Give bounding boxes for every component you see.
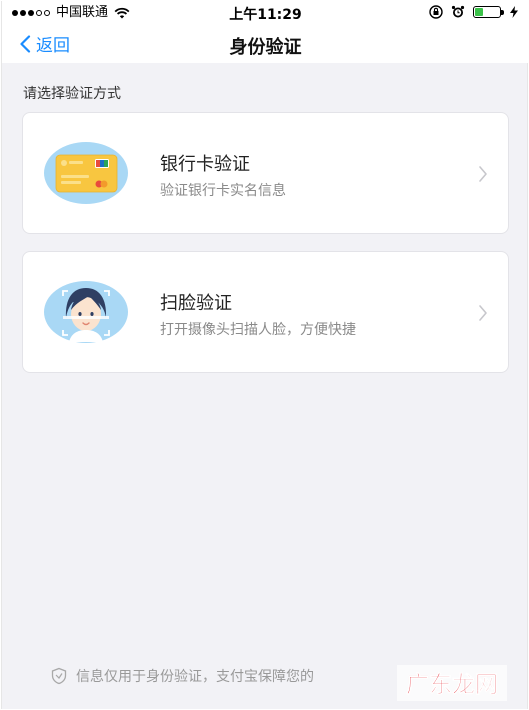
chevron-right-icon — [479, 305, 487, 321]
face-scan-icon — [44, 281, 128, 343]
option-subtitle: 验证银行卡实名信息 — [160, 183, 286, 199]
shield-icon — [51, 667, 67, 685]
option-subtitle: 打开摄像头扫描人脸，方便快捷 — [160, 322, 356, 338]
app-screen: 中国联通 上午11:29 返回 身份验证 请选择验证方式 银行卡验证 验证银行卡… — [1, 1, 529, 709]
bank-card-icon — [44, 142, 128, 204]
battery-fill — [475, 8, 484, 16]
option-title: 银行卡验证 — [160, 154, 250, 175]
chevron-right-icon — [479, 166, 487, 182]
battery-cap — [501, 10, 504, 15]
option-bank-card-verification[interactable]: 银行卡验证 验证银行卡实名信息 — [22, 112, 509, 234]
navigation-bar: 返回 身份验证 — [2, 25, 529, 63]
status-bar: 中国联通 上午11:29 — [2, 1, 529, 25]
charging-icon — [510, 6, 518, 18]
orientation-lock-icon — [429, 5, 443, 19]
alarm-icon — [451, 5, 465, 18]
page-title: 身份验证 — [229, 37, 302, 58]
watermark-text: 广东龙网 — [406, 671, 498, 698]
status-right — [429, 5, 519, 19]
option-face-scan-verification[interactable]: 扫脸验证 打开摄像头扫描人脸，方便快捷 — [22, 251, 509, 373]
footer-note: 信息仅用于身份验证，支付宝保障您的 — [50, 666, 314, 686]
battery-icon — [473, 6, 504, 18]
option-title: 扫脸验证 — [160, 293, 232, 314]
watermark-logo: 广东龙网 — [397, 665, 507, 701]
footer-text: 信息仅用于身份验证，支付宝保障您的 — [76, 669, 314, 685]
section-label: 请选择验证方式 — [23, 86, 121, 102]
